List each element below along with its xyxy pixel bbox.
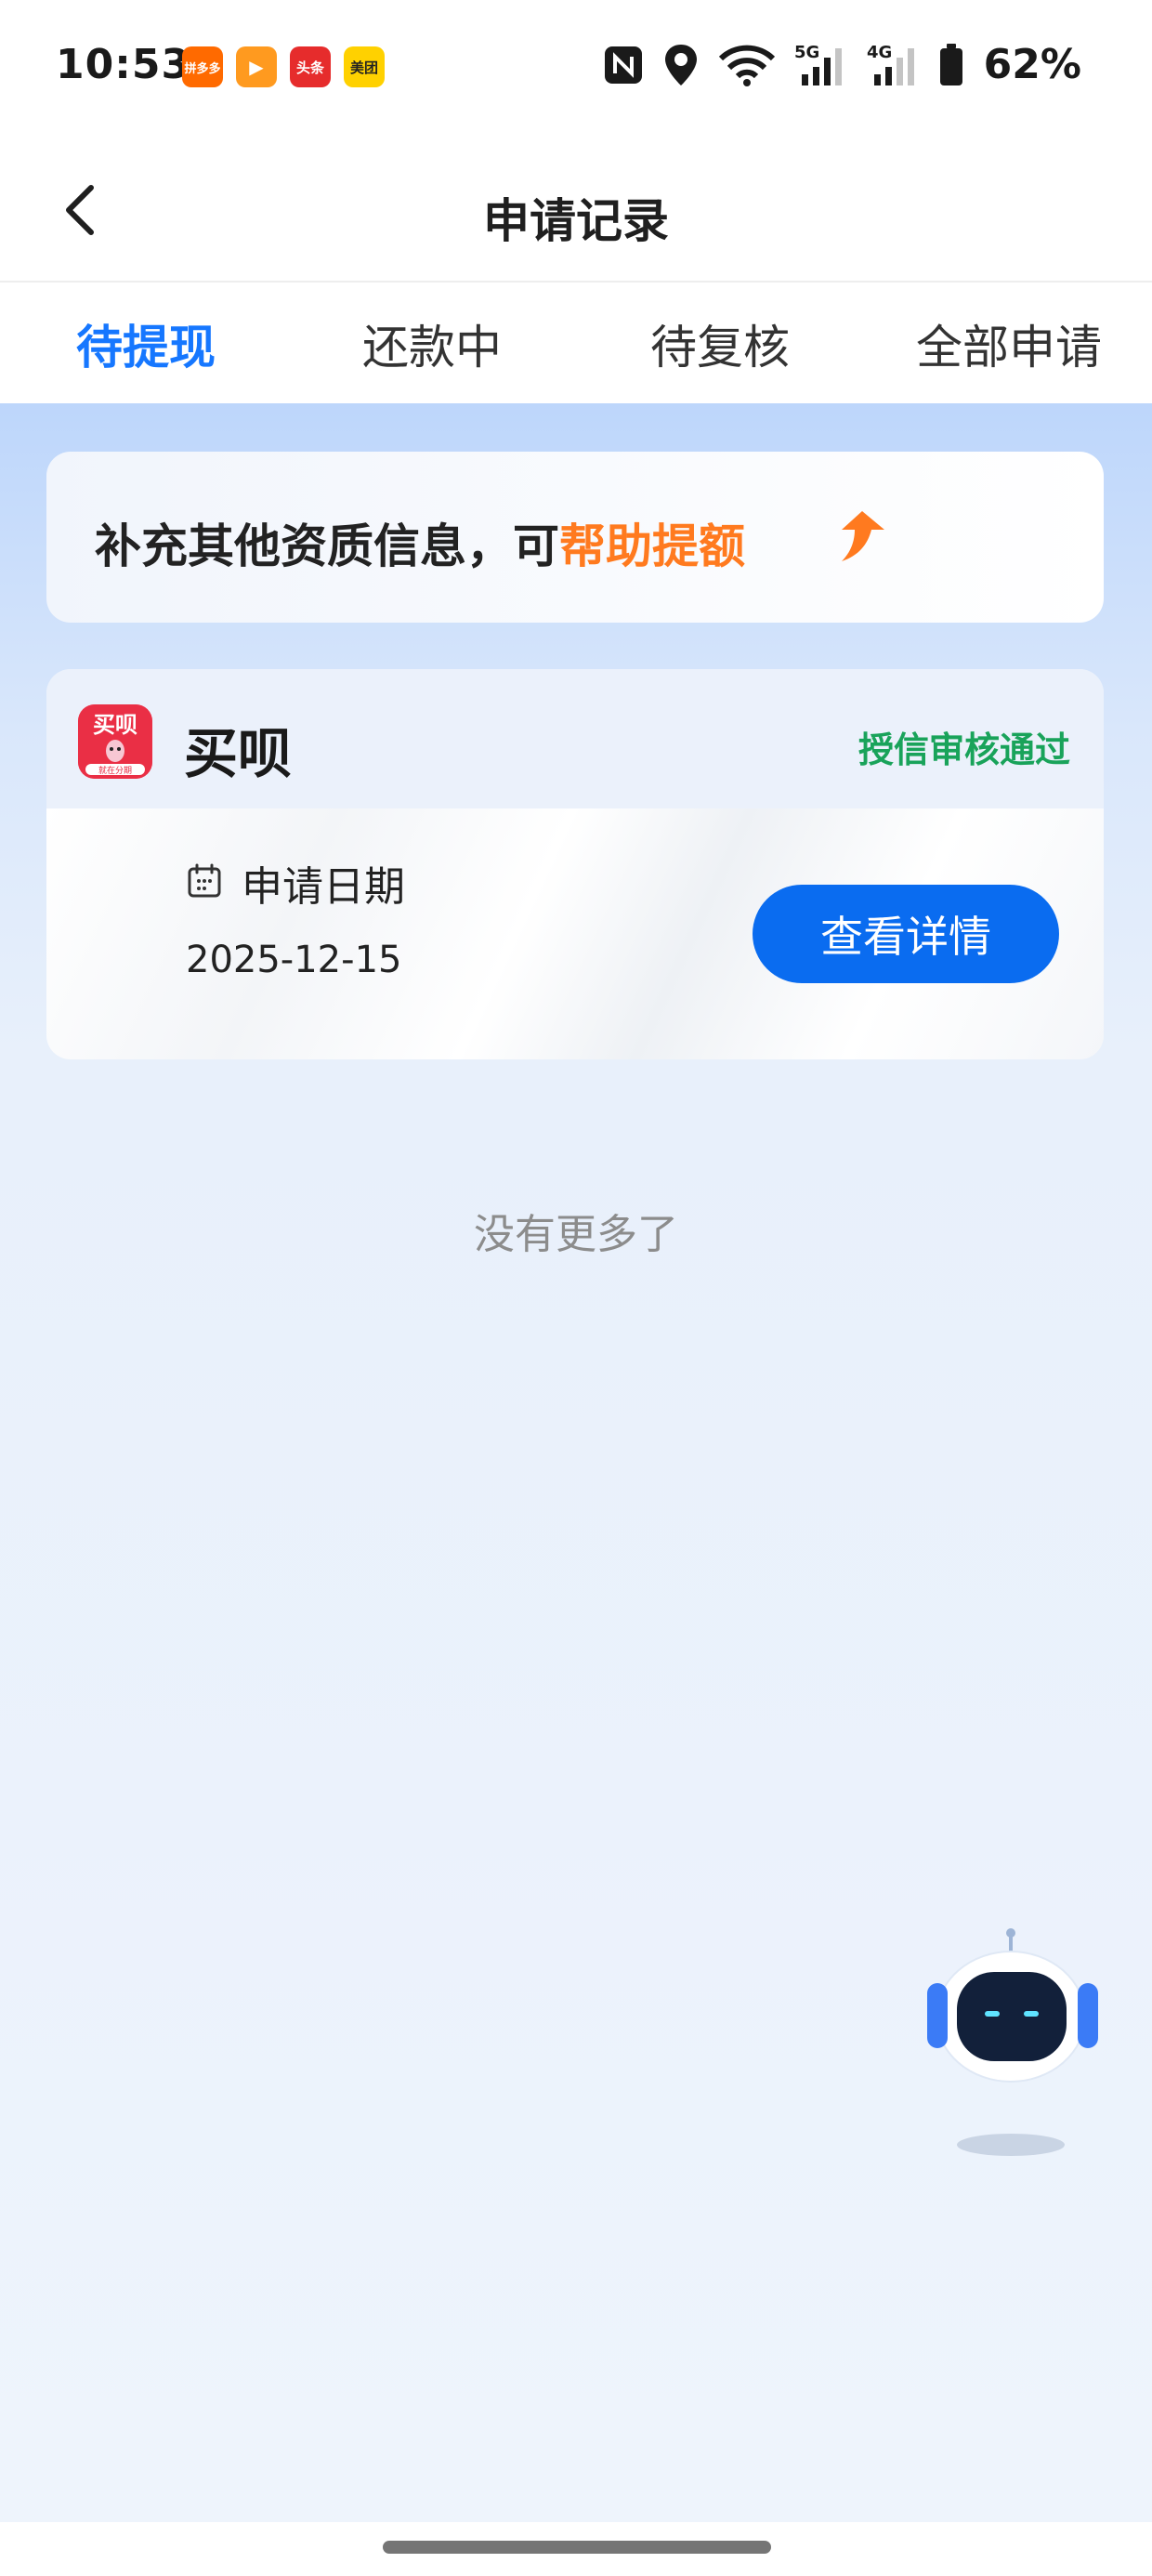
lender-name: 买呗 [184,722,293,785]
apply-date-value: 2025-12-15 [186,939,402,981]
page-title: 申请记录 [483,194,669,248]
toutiao-icon: 头条 [290,46,331,87]
tab-pending-review[interactable]: 待复核 [650,310,790,377]
gesture-bar [0,2522,1152,2576]
signal-5g-icon: 5G [794,43,842,85]
assistant-robot-icon[interactable] [925,1927,1102,2169]
application-card: 买呗 就在分期 买呗 授信审核通过 申请日期 2025-12-15 查看详情 [46,669,1104,1059]
tab-repaying[interactable]: 还款中 [362,310,502,377]
status-badge: 授信审核通过 [857,729,1070,770]
calendar-icon [188,863,221,898]
credit-boost-banner[interactable]: 补充其他资质信息，可帮助提额 [46,452,1104,623]
meituan-icon: 美团 [344,46,385,87]
promo-text-prefix: 补充其他资质信息，可 [95,519,559,573]
video-app-icon: ▶ [236,46,277,87]
screen: 10:53 拼多多 ▶ 头条 美团 5G 4G 62% 申请记录 待提现 还款中… [0,0,1152,2576]
card-header: 买呗 就在分期 买呗 授信审核通过 [46,669,1104,808]
view-details-button[interactable]: 查看详情 [753,885,1059,983]
apply-date-label: 申请日期 [242,863,405,911]
navigation-bar: 申请记录 [0,139,1152,283]
maibei-logo: 买呗 就在分期 [78,704,152,779]
status-time: 10:53 [56,41,191,88]
tab-all-applications[interactable]: 全部申请 [916,310,1102,377]
notification-icons: 拼多多 ▶ 头条 美团 [182,46,385,87]
svg-text:4G: 4G [867,43,892,62]
tab-pending-withdrawal[interactable]: 待提现 [76,310,216,377]
svg-text:5G: 5G [794,43,819,62]
promo-highlight: 帮助提额 [559,519,745,573]
content-area: 补充其他资质信息，可帮助提额 买呗 就在分期 买呗 授信审核通过 申请日期 20… [0,403,1152,2522]
battery-percent: 62% [983,41,1081,88]
arrow-up-icon [842,511,884,561]
location-icon [664,44,697,85]
battery-icon [939,43,962,85]
svg-text:就在分期: 就在分期 [98,765,132,776]
wifi-icon [718,45,775,86]
svg-text:买呗: 买呗 [93,712,137,738]
signal-4g-icon: 4G [867,43,914,85]
home-indicator[interactable] [383,2541,771,2554]
pinduoduo-icon: 拼多多 [182,46,223,87]
promo-text: 补充其他资质信息，可帮助提额 [95,509,745,576]
nfc-icon [604,46,642,84]
status-bar: 10:53 拼多多 ▶ 头条 美团 5G 4G 62% [0,0,1152,139]
maibei-logo-graphic: 买呗 就在分期 [78,704,152,779]
end-of-list-text: 没有更多了 [474,1211,678,1258]
tab-bar: 待提现 还款中 待复核 全部申请 [0,283,1152,403]
card-body: 申请日期 2025-12-15 查看详情 [46,808,1104,1059]
status-right: 5G 4G 62% [603,41,1081,88]
